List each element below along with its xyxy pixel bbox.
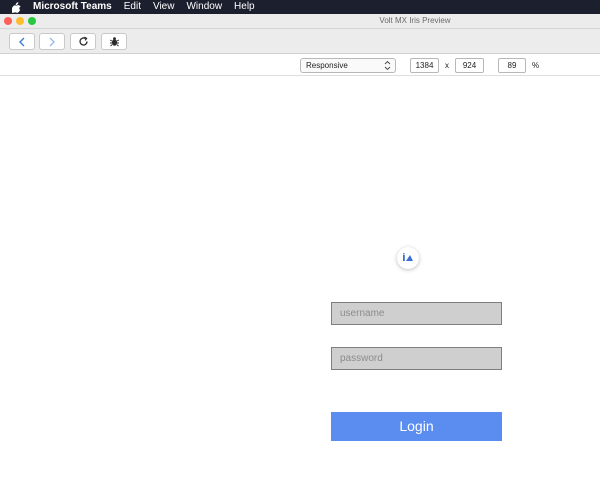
window-title: Volt MX Iris Preview (379, 16, 451, 25)
width-input[interactable]: 1384 (410, 58, 439, 73)
apple-icon[interactable] (10, 1, 22, 13)
menu-help[interactable]: Help (234, 0, 255, 14)
app-preview-canvas: Login (0, 77, 600, 497)
back-icon (19, 37, 25, 46)
menu-app-name[interactable]: Microsoft Teams (33, 0, 112, 14)
logo-icon (403, 253, 413, 261)
dimension-separator: x (445, 61, 449, 70)
preview-settings-bar: Responsive 1384 x 924 89 % (0, 55, 600, 76)
menu-view[interactable]: View (153, 0, 175, 14)
zoom-unit-label: % (532, 61, 540, 70)
forward-icon (49, 37, 55, 46)
back-button[interactable] (9, 33, 35, 50)
device-mode-select[interactable]: Responsive (300, 58, 396, 73)
height-input[interactable]: 924 (455, 58, 484, 73)
device-mode-value: Responsive (306, 61, 348, 70)
login-button[interactable]: Login (331, 412, 502, 441)
zoom-input[interactable]: 89 (498, 58, 526, 73)
macos-menu-bar: Microsoft Teams Edit View Window Help (0, 0, 600, 14)
window-title-bar: Volt MX Iris Preview (0, 14, 600, 29)
debug-button[interactable] (101, 33, 127, 50)
username-field[interactable] (331, 302, 502, 325)
select-updown-icon (384, 60, 391, 71)
reload-button[interactable] (70, 33, 96, 50)
reload-icon (78, 36, 88, 46)
menu-window[interactable]: Window (186, 0, 222, 14)
forward-button[interactable] (39, 33, 65, 50)
app-logo (397, 247, 419, 269)
password-field[interactable] (331, 347, 502, 370)
menu-edit[interactable]: Edit (124, 0, 141, 14)
browser-toolbar (0, 29, 600, 54)
bug-icon (109, 37, 119, 47)
